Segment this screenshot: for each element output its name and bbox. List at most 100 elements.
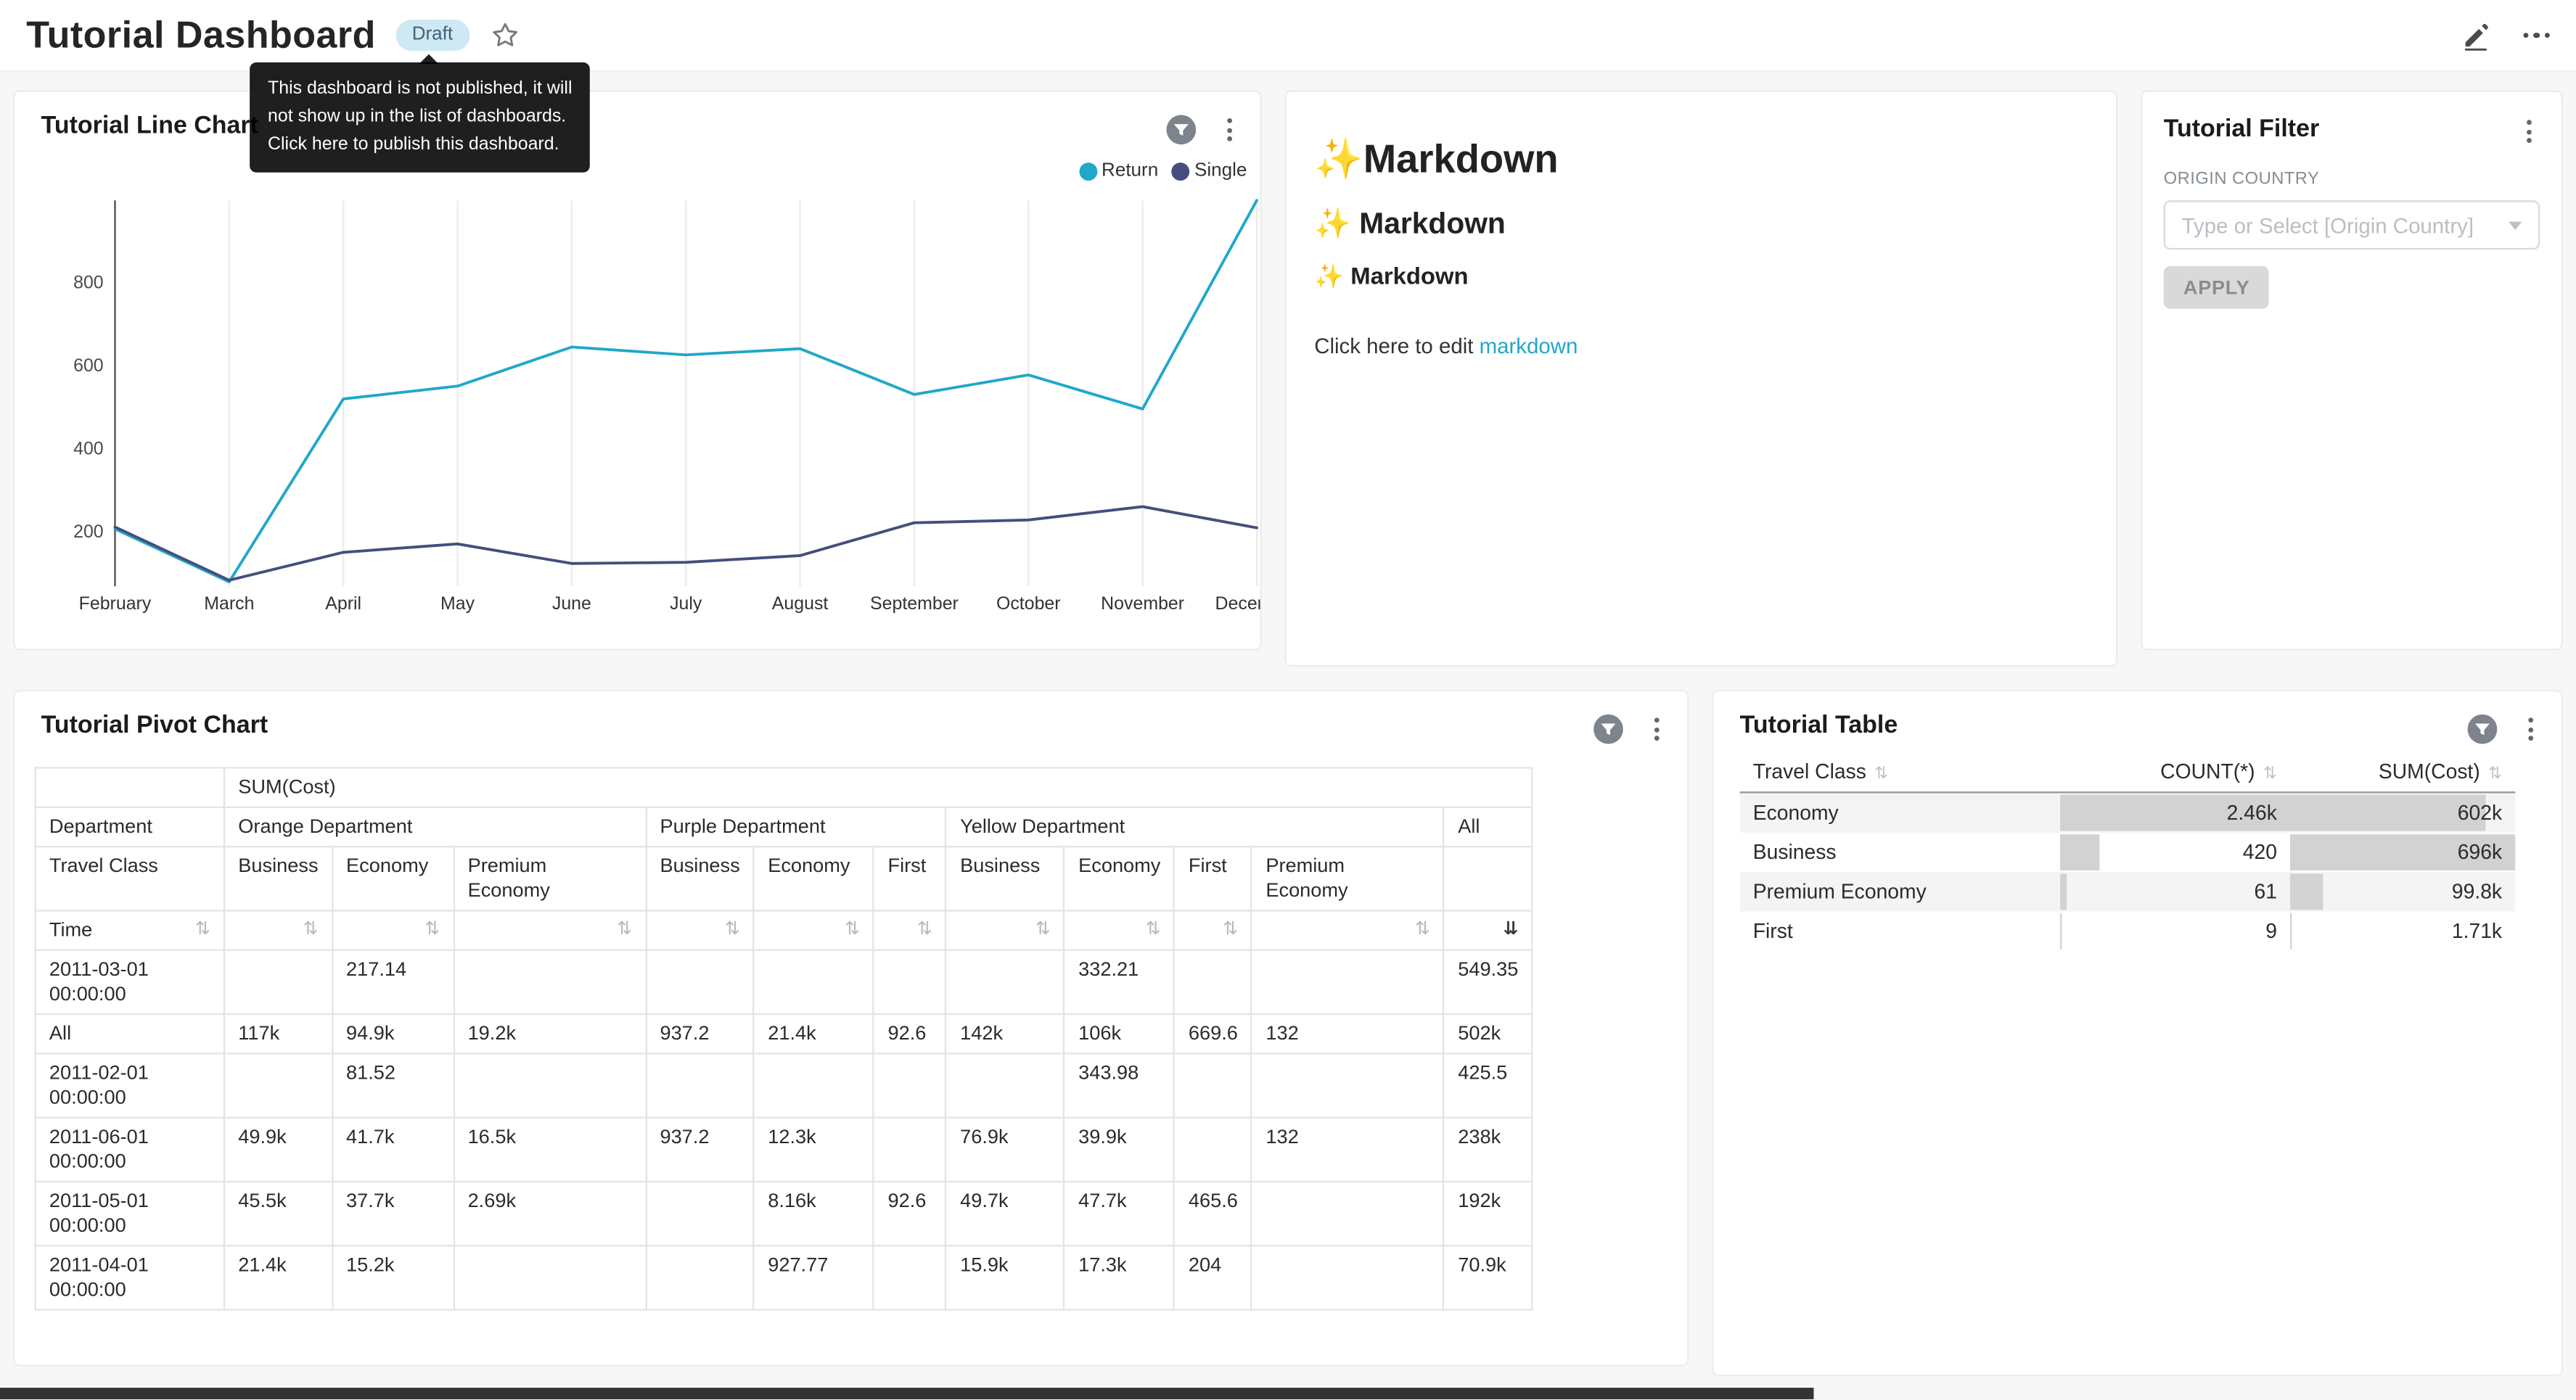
pivot-sort-cell[interactable]: ⇅ xyxy=(1252,910,1444,950)
pivot-group-header: Purple Department xyxy=(646,807,946,847)
publish-tooltip[interactable]: This dashboard is not published, it will… xyxy=(250,62,590,173)
pivot-value-cell: 19.2k xyxy=(454,1014,646,1053)
x-axis-label: June xyxy=(552,595,591,614)
pivot-value-cell: 81.52 xyxy=(332,1053,454,1117)
pivot-corner-cell xyxy=(36,767,224,807)
chart-menu-icon[interactable] xyxy=(1644,716,1668,742)
sort-icon: ⇊ xyxy=(1503,918,1518,942)
tooltip-line: Click here to publish this dashboard. xyxy=(268,131,572,159)
x-axis-label: April xyxy=(325,595,361,614)
card-tutorial-filter: Tutorial Filter ORIGIN COUNTRY Type or S… xyxy=(2141,91,2563,651)
chevron-down-icon xyxy=(2509,221,2522,229)
chart-menu-icon[interactable] xyxy=(2519,716,2542,742)
travel-class-cell: Economy xyxy=(1740,792,2060,832)
pivot-data-row: 2011-03-01 00:00:00217.14332.21549.35 xyxy=(36,950,1533,1014)
sort-icon: ⇅ xyxy=(1146,918,1161,942)
pivot-value-cell: 2.69k xyxy=(454,1182,646,1245)
pivot-col-header: First xyxy=(874,847,946,910)
x-axis-label: March xyxy=(204,595,254,614)
markdown-heading-1: ✨Markdown xyxy=(1314,136,2077,184)
table-row: First91.71k xyxy=(1740,912,2516,951)
sort-icon: ⇅ xyxy=(1223,918,1238,942)
pivot-col-header: Premium Economy xyxy=(454,847,646,910)
header-actions xyxy=(2460,20,2549,50)
origin-country-select[interactable]: Type or Select [Origin Country] xyxy=(2164,200,2540,250)
apply-button[interactable]: APPLY xyxy=(2164,266,2270,309)
pivot-value-cell: 15.9k xyxy=(946,1245,1065,1309)
filter-title: Tutorial Filter xyxy=(2164,115,2319,142)
svg-text:800: 800 xyxy=(73,273,104,293)
pivot-value-cell: 92.6 xyxy=(874,1182,946,1245)
sort-icon: ⇅ xyxy=(725,918,740,942)
pivot-group-header: Orange Department xyxy=(224,807,646,847)
pivot-value-cell: 332.21 xyxy=(1065,950,1175,1014)
legend-dot xyxy=(1078,162,1096,180)
table-header[interactable]: SUM(Cost)⇅ xyxy=(2290,755,2515,792)
pivot-row-label: All xyxy=(36,1014,224,1053)
favorite-star-icon[interactable] xyxy=(491,21,518,49)
more-menu-icon[interactable] xyxy=(2522,33,2549,38)
table-title: Tutorial Table xyxy=(1740,711,1898,738)
data-table: Travel Class⇅COUNT(*)⇅SUM(Cost)⇅ Economy2… xyxy=(1740,755,2516,950)
pivot-value-cell xyxy=(646,1053,754,1117)
svg-text:600: 600 xyxy=(73,355,104,376)
pivot-sort-cell[interactable]: ⇅ xyxy=(332,910,454,950)
sort-icon: ⇅ xyxy=(845,918,860,942)
pivot-sort-row: Time⇅⇅⇅⇅⇅⇅⇅⇅⇅⇅⇅⇊ xyxy=(36,910,1533,950)
x-axis-label: October xyxy=(996,595,1061,614)
pivot-row-label: 2011-05-01 00:00:00 xyxy=(36,1182,224,1245)
status-badge[interactable]: Draft xyxy=(395,20,469,51)
pivot-sort-cell[interactable]: ⇊ xyxy=(1444,910,1533,950)
markdown-link[interactable]: markdown xyxy=(1480,334,1578,358)
pivot-row-label: 2011-06-01 00:00:00 xyxy=(36,1118,224,1182)
pivot-value-cell: 238k xyxy=(1444,1118,1533,1182)
pivot-row-label: 2011-02-01 00:00:00 xyxy=(36,1053,224,1117)
pivot-value-cell xyxy=(946,1053,1065,1117)
count-cell: 2.46k xyxy=(2060,792,2290,832)
pivot-sort-cell[interactable]: ⇅ xyxy=(754,910,874,950)
pivot-row-dim[interactable]: Time⇅ xyxy=(36,910,224,950)
select-placeholder: Type or Select [Origin Country] xyxy=(2182,213,2474,237)
pivot-value-cell: 45.5k xyxy=(224,1182,332,1245)
pivot-value-cell xyxy=(874,1118,946,1182)
pivot-sort-cell[interactable]: ⇅ xyxy=(1175,910,1252,950)
pivot-value-cell xyxy=(224,1053,332,1117)
pivot-title: Tutorial Pivot Chart xyxy=(41,711,268,738)
pivot-col-header: First xyxy=(1175,847,1252,910)
legend-item-return[interactable]: Return xyxy=(1078,161,1158,181)
pivot-value-cell: 502k xyxy=(1444,1014,1533,1053)
pivot-value-cell: 15.2k xyxy=(332,1245,454,1309)
pivot-value-cell: 669.6 xyxy=(1175,1014,1252,1053)
table-header[interactable]: Travel Class⇅ xyxy=(1740,755,2060,792)
pivot-value-cell xyxy=(646,950,754,1014)
filter-indicator-icon[interactable] xyxy=(1166,115,1196,144)
pivot-sort-cell[interactable]: ⇅ xyxy=(1065,910,1175,950)
pivot-value-cell xyxy=(646,1182,754,1245)
table-header[interactable]: COUNT(*)⇅ xyxy=(2060,755,2290,792)
card-tutorial-pivot-chart: Tutorial Pivot Chart SUM(Cost)Department… xyxy=(13,690,1689,1367)
pivot-sort-cell[interactable]: ⇅ xyxy=(454,910,646,950)
card-tutorial-table: Tutorial Table Travel Class⇅COUNT(*)⇅SUM… xyxy=(1712,690,2563,1376)
pivot-value-cell: 927.77 xyxy=(754,1245,874,1309)
sort-icon: ⇅ xyxy=(303,918,319,942)
filter-menu-icon[interactable] xyxy=(2516,118,2540,144)
sort-icon: ⇅ xyxy=(1035,918,1051,942)
filter-indicator-icon[interactable] xyxy=(2468,715,2498,744)
pivot-value-cell: 49.7k xyxy=(946,1182,1065,1245)
pivot-value-cell xyxy=(1175,950,1252,1014)
filter-indicator-icon[interactable] xyxy=(1593,715,1623,744)
tooltip-line: not show up in the list of dashboards. xyxy=(268,104,572,131)
chart-menu-icon[interactable] xyxy=(1218,117,1241,143)
pivot-sort-cell[interactable]: ⇅ xyxy=(224,910,332,950)
edit-dashboard-icon[interactable] xyxy=(2460,20,2490,50)
tooltip-line: This dashboard is not published, it will xyxy=(268,75,572,103)
pivot-value-cell: 94.9k xyxy=(332,1014,454,1053)
pivot-value-cell: 132 xyxy=(1252,1118,1444,1182)
pivot-sort-cell[interactable]: ⇅ xyxy=(874,910,946,950)
legend-item-single[interactable]: Single xyxy=(1171,161,1247,181)
pivot-value-cell xyxy=(1252,1053,1444,1117)
pivot-sort-cell[interactable]: ⇅ xyxy=(646,910,754,950)
line-chart: 200400600800 xyxy=(15,184,1263,605)
pivot-sort-cell[interactable]: ⇅ xyxy=(946,910,1065,950)
pivot-subcol-row: Travel ClassBusinessEconomyPremium Econo… xyxy=(36,847,1533,910)
